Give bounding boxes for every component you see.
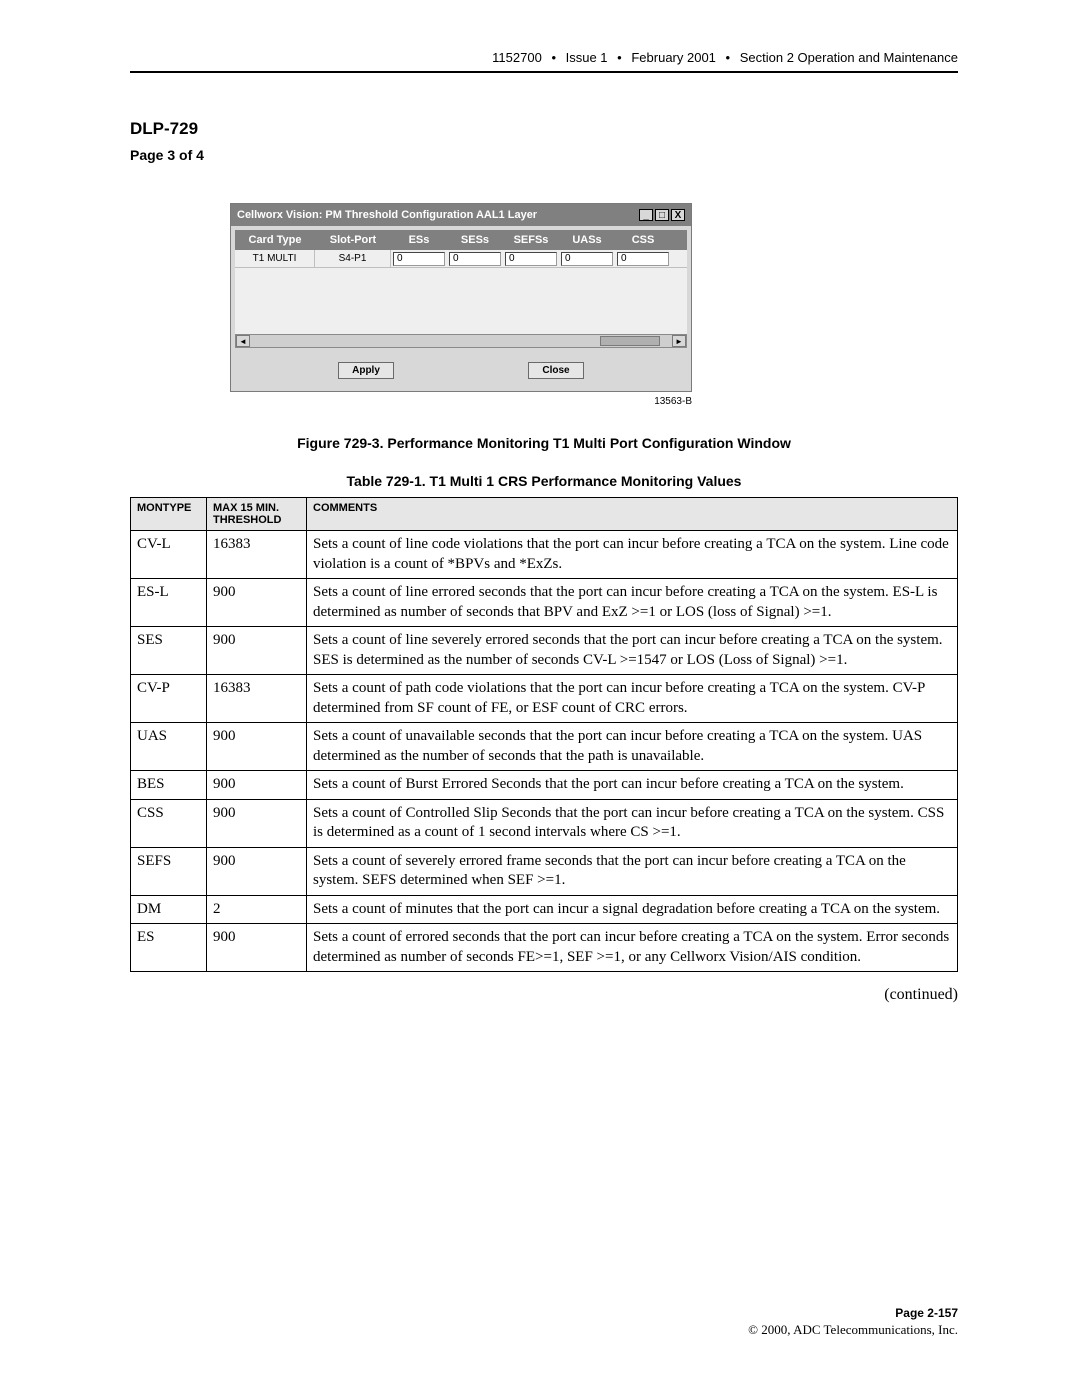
doc-number: 1152700 <box>492 50 542 65</box>
sefss-input[interactable]: 0 <box>505 252 557 266</box>
uass-input[interactable]: 0 <box>561 252 613 266</box>
th-comments: COMMENTS <box>307 498 958 531</box>
h-scrollbar[interactable]: ◄ ► <box>235 334 687 348</box>
col-card-type: Card Type <box>235 234 315 246</box>
cell-threshold: 16383 <box>207 675 307 723</box>
cell-comments: Sets a count of line code violations tha… <box>307 531 958 579</box>
cell-montype: ES-L <box>131 579 207 627</box>
figure-id: 13563-B <box>230 396 692 407</box>
figure-caption: Figure 729-3. Performance Monitoring T1 … <box>130 435 958 451</box>
cell-montype: SES <box>131 627 207 675</box>
cell-threshold: 900 <box>207 847 307 895</box>
col-css: CSS <box>615 234 671 246</box>
scroll-track[interactable] <box>252 336 670 346</box>
cell-threshold: 900 <box>207 579 307 627</box>
cell-comments: Sets a count of line severely errored se… <box>307 627 958 675</box>
cell-montype: DM <box>131 895 207 924</box>
pm-values-table: MONTYPE MAX 15 MIN. THRESHOLD COMMENTS C… <box>130 497 958 972</box>
cell-montype: CV-L <box>131 531 207 579</box>
cell-comments: Sets a count of minutes that the port ca… <box>307 895 958 924</box>
table-caption: Table 729-1. T1 Multi 1 CRS Performance … <box>130 473 958 489</box>
cell-comments: Sets a count of severely errored frame s… <box>307 847 958 895</box>
issue: Issue 1 <box>566 50 608 65</box>
maximize-icon[interactable]: □ <box>655 209 669 221</box>
cell-comments: Sets a count of unavailable seconds that… <box>307 723 958 771</box>
cell-montype: SEFS <box>131 847 207 895</box>
table-row: SES900Sets a count of line severely erro… <box>131 627 958 675</box>
th-threshold: MAX 15 MIN. THRESHOLD <box>207 498 307 531</box>
page-footer: Page 2-157 © 2000, ADC Telecommunication… <box>130 1306 958 1338</box>
cell-threshold: 2 <box>207 895 307 924</box>
running-head: 1152700 • Issue 1 • February 2001 • Sect… <box>130 50 958 73</box>
col-sefss: SEFSs <box>503 234 559 246</box>
footer-copyright: © 2000, ADC Telecommunications, Inc. <box>748 1322 958 1337</box>
cell-comments: Sets a count of errored seconds that the… <box>307 924 958 972</box>
date: February 2001 <box>631 50 716 65</box>
cell-card-type: T1 MULTI <box>235 250 315 267</box>
scroll-left-icon[interactable]: ◄ <box>236 335 250 347</box>
cell-comments: Sets a count of path code violations tha… <box>307 675 958 723</box>
th-montype: MONTYPE <box>131 498 207 531</box>
close-icon[interactable]: X <box>671 209 685 221</box>
cell-threshold: 900 <box>207 924 307 972</box>
footer-page: Page 2-157 <box>130 1306 958 1320</box>
col-uass: UASs <box>559 234 615 246</box>
window-titlebar: Cellworx Vision: PM Threshold Configurat… <box>231 204 691 226</box>
table-row: SEFS900Sets a count of severely errored … <box>131 847 958 895</box>
page-indicator: Page 3 of 4 <box>130 147 958 163</box>
cell-threshold: 16383 <box>207 531 307 579</box>
cell-montype: UAS <box>131 723 207 771</box>
col-sess: SESs <box>447 234 503 246</box>
table-row: BES900Sets a count of Burst Errored Seco… <box>131 771 958 800</box>
table-row: DM2Sets a count of minutes that the port… <box>131 895 958 924</box>
window-title: Cellworx Vision: PM Threshold Configurat… <box>237 209 537 221</box>
cell-comments: Sets a count of line errored seconds tha… <box>307 579 958 627</box>
cell-threshold: 900 <box>207 771 307 800</box>
minimize-icon[interactable]: _ <box>639 209 653 221</box>
cell-montype: CV-P <box>131 675 207 723</box>
section: Section 2 Operation and Maintenance <box>740 50 958 65</box>
cell-comments: Sets a count of Burst Errored Seconds th… <box>307 771 958 800</box>
cell-montype: BES <box>131 771 207 800</box>
ess-input[interactable]: 0 <box>393 252 445 266</box>
apply-button[interactable]: Apply <box>338 362 394 379</box>
table-row: CSS900Sets a count of Controlled Slip Se… <box>131 799 958 847</box>
grid-row: T1 MULTI S4-P1 0 0 0 0 0 <box>235 250 687 268</box>
col-ess: ESs <box>391 234 447 246</box>
table-row: ES900Sets a count of errored seconds tha… <box>131 924 958 972</box>
config-window: Cellworx Vision: PM Threshold Configurat… <box>230 203 692 392</box>
cell-threshold: 900 <box>207 799 307 847</box>
close-button[interactable]: Close <box>528 362 584 379</box>
css-input[interactable]: 0 <box>617 252 669 266</box>
dlp-heading: DLP-729 <box>130 119 958 139</box>
col-slot-port: Slot-Port <box>315 234 391 246</box>
table-row: CV-P16383Sets a count of path code viola… <box>131 675 958 723</box>
table-row: ES-L900Sets a count of line errored seco… <box>131 579 958 627</box>
table-row: CV-L16383Sets a count of line code viola… <box>131 531 958 579</box>
grid-header: Card Type Slot-Port ESs SESs SEFSs UASs … <box>235 230 687 250</box>
cell-montype: CSS <box>131 799 207 847</box>
cell-threshold: 900 <box>207 723 307 771</box>
cell-comments: Sets a count of Controlled Slip Seconds … <box>307 799 958 847</box>
sess-input[interactable]: 0 <box>449 252 501 266</box>
table-row: UAS900Sets a count of unavailable second… <box>131 723 958 771</box>
cell-montype: ES <box>131 924 207 972</box>
scroll-right-icon[interactable]: ► <box>672 335 686 347</box>
scroll-thumb[interactable] <box>600 336 660 346</box>
cell-threshold: 900 <box>207 627 307 675</box>
cell-slot-port: S4-P1 <box>315 250 391 267</box>
grid-empty-area <box>235 268 687 334</box>
continued-label: (continued) <box>130 986 958 1004</box>
